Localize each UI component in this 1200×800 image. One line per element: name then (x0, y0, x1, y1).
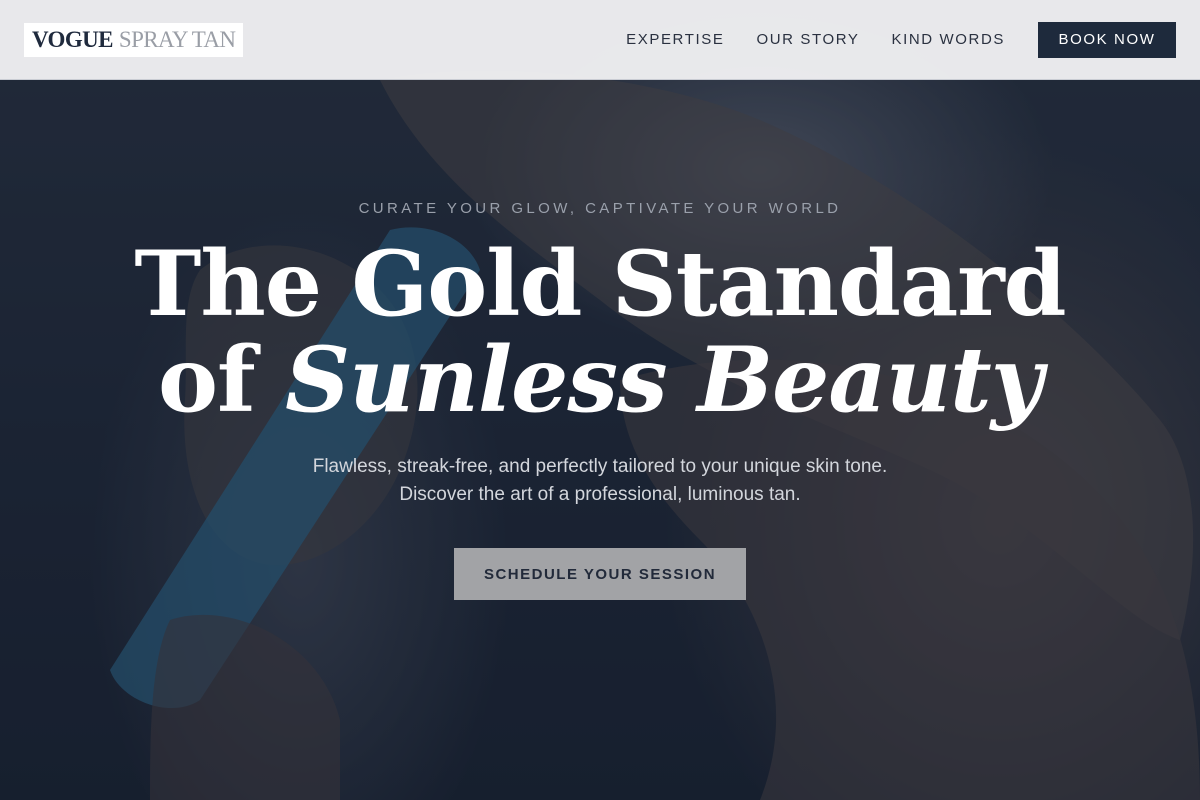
top-navbar: VOGUE SPRAY TAN EXPERTISE OUR STORY KIND… (0, 0, 1200, 80)
brand-name-secondary: SPRAY TAN (118, 27, 236, 52)
hero-eyebrow: CURATE YOUR GLOW, CAPTIVATE YOUR WORLD (358, 200, 842, 217)
nav-link-kind-words[interactable]: KIND WORDS (892, 31, 1006, 48)
nav-link-expertise[interactable]: EXPERTISE (626, 31, 724, 48)
headline-line-2-plain: of (157, 327, 256, 433)
brand-logo[interactable]: VOGUE SPRAY TAN (24, 22, 244, 57)
hero-content: CURATE YOUR GLOW, CAPTIVATE YOUR WORLD T… (0, 0, 1200, 800)
schedule-session-button[interactable]: SCHEDULE YOUR SESSION (454, 548, 746, 600)
headline-line-1: The Gold Standard (134, 231, 1066, 337)
book-now-button[interactable]: BOOK NOW (1038, 21, 1176, 58)
hero-subtext-line-1: Flawless, streak-free, and perfectly tai… (312, 456, 888, 477)
main-nav: EXPERTISE OUR STORY KIND WORDS BOOK NOW (626, 21, 1176, 58)
nav-link-our-story[interactable]: OUR STORY (756, 31, 859, 48)
headline-line-2-italic: Sunless Beauty (285, 327, 1043, 433)
brand-name-primary: VOGUE (32, 27, 113, 52)
hero-subtext-line-2: Discover the art of a professional, lumi… (399, 484, 801, 505)
hero-headline: The Gold Standard of Sunless Beauty (0, 236, 1200, 428)
hero-subtext: Flawless, streak-free, and perfectly tai… (0, 453, 1200, 509)
headline-line-2: of Sunless Beauty (0, 332, 1200, 428)
